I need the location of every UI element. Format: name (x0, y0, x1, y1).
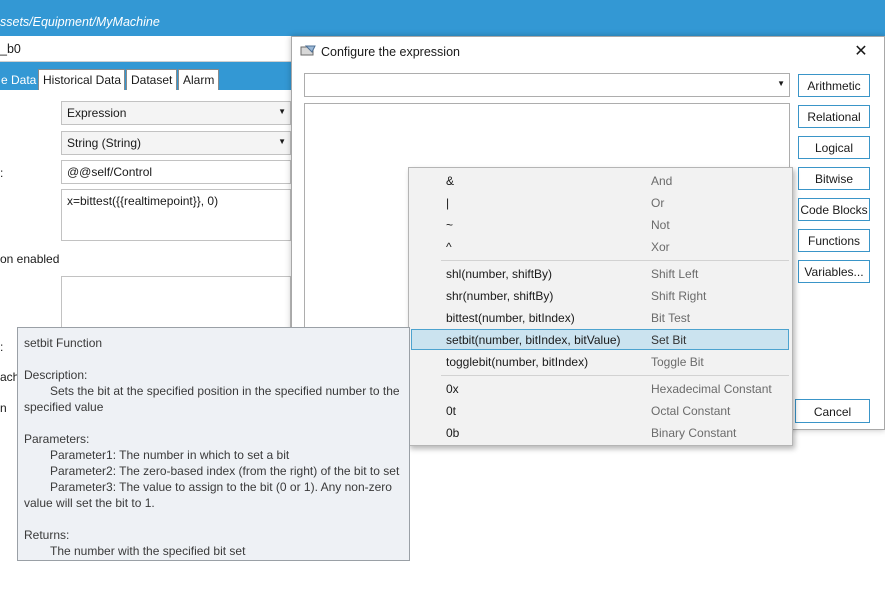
tab-dataset[interactable]: Dataset (126, 69, 177, 90)
menu-item-label: setbit(number, bitIndex, bitValue) (446, 333, 621, 347)
menu-item-desc: Binary Constant (651, 426, 737, 440)
field-label: : (0, 166, 4, 180)
menu-item-togglebit[interactable]: togglebit(number, bitIndex) Toggle Bit (411, 351, 789, 372)
bitwise-button[interactable]: Bitwise (798, 167, 870, 190)
menu-item-desc: Bit Test (651, 311, 691, 325)
menu-item-label: | (446, 196, 450, 210)
name-value: _b0 (0, 42, 21, 56)
menu-item-setbit[interactable]: setbit(number, bitIndex, bitValue) Set B… (411, 329, 789, 350)
menu-separator (441, 260, 789, 261)
tooltip-parameters-heading: Parameters: (24, 432, 90, 446)
close-icon[interactable]: ✕ (853, 41, 869, 60)
menu-item-label: bittest(number, bitIndex) (446, 311, 575, 325)
menu-item-desc: Xor (651, 240, 670, 254)
menu-item-or[interactable]: | Or (411, 192, 789, 213)
expression-field[interactable]: x=bittest({{realtimepoint}}, 0) (61, 189, 291, 241)
cancel-button[interactable]: Cancel (795, 399, 870, 423)
menu-item-desc: Hexadecimal Constant (651, 382, 772, 396)
tab-data[interactable]: e Data (0, 69, 36, 90)
menu-item-shr[interactable]: shr(number, shiftBy) Shift Right (411, 285, 789, 306)
menu-item-desc: Shift Right (651, 289, 707, 303)
field-label-n: n (0, 401, 7, 415)
tooltip-description-heading: Description: (24, 368, 88, 382)
tooltip-param1: Parameter1: The number in which to set a… (50, 448, 290, 462)
function-tooltip: setbit Function Description: Sets the bi… (17, 327, 410, 561)
menu-item-desc: Or (651, 196, 665, 210)
functions-button[interactable]: Functions (798, 229, 870, 252)
menu-item-label: shr(number, shiftBy) (446, 289, 554, 303)
expression-combo[interactable]: ▼ (304, 73, 790, 97)
menu-item-desc: Octal Constant (651, 404, 731, 418)
datatype-select-value: String (String) (67, 136, 142, 150)
asset-path: ssets/Equipment/MyMachine (0, 15, 160, 29)
menu-item-label: 0t (446, 404, 457, 418)
arithmetic-button[interactable]: Arithmetic (798, 74, 870, 97)
field-label-enabled: on enabled (0, 252, 60, 266)
secondary-textarea[interactable] (61, 276, 291, 328)
tooltip-returns-heading: Returns: (24, 528, 70, 542)
menu-item-desc: Not (651, 218, 670, 232)
menu-item-desc: Set Bit (651, 333, 687, 347)
menu-item-label: ^ (446, 240, 452, 254)
menu-item-label: 0x (446, 382, 459, 396)
tooltip-param3-cont: value will set the bit to 1. (24, 496, 155, 510)
menu-item-desc: Shift Left (651, 267, 699, 281)
tooltip-param3: Parameter3: The value to assign to the b… (50, 480, 392, 494)
tooltip-description-cont: specified value (24, 400, 104, 414)
field-label: : (0, 340, 4, 354)
menu-item-binary[interactable]: 0b Binary Constant (411, 422, 789, 443)
type-select[interactable]: Expression ▼ (61, 101, 291, 125)
tooltip-returns: The number with the specified bit set (50, 544, 246, 558)
logical-button[interactable]: Logical (798, 136, 870, 159)
datatype-select[interactable]: String (String) ▼ (61, 131, 291, 155)
relational-button[interactable]: Relational (798, 105, 870, 128)
menu-item-shl[interactable]: shl(number, shiftBy) Shift Left (411, 263, 789, 284)
menu-item-label: & (446, 174, 455, 188)
chevron-down-icon: ▼ (278, 137, 286, 146)
variables-button[interactable]: Variables... (798, 260, 870, 283)
menu-item-and[interactable]: & And (411, 170, 789, 191)
menu-item-desc: Toggle Bit (651, 355, 704, 369)
menu-item-xor[interactable]: ^ Xor (411, 236, 789, 257)
menu-item-octal[interactable]: 0t Octal Constant (411, 400, 789, 421)
menu-item-not[interactable]: ~ Not (411, 214, 789, 235)
tooltip-title: setbit Function (24, 336, 103, 350)
tooltip-description: Sets the bit at the specified position i… (50, 384, 400, 398)
menu-item-label: shl(number, shiftBy) (446, 267, 553, 281)
tag-field[interactable]: @@self/Control (61, 160, 291, 184)
chevron-down-icon: ▼ (777, 79, 785, 88)
type-select-value: Expression (67, 106, 127, 120)
chevron-down-icon: ▼ (278, 107, 286, 116)
code-blocks-button[interactable]: Code Blocks (798, 198, 870, 221)
tooltip-param2: Parameter2: The zero-based index (from t… (50, 464, 400, 478)
menu-item-label: 0b (446, 426, 460, 440)
menu-item-hex[interactable]: 0x Hexadecimal Constant (411, 378, 789, 399)
menu-separator (441, 375, 789, 376)
tab-alarm[interactable]: Alarm (178, 69, 219, 90)
menu-item-bittest[interactable]: bittest(number, bitIndex) Bit Test (411, 307, 789, 328)
menu-item-label: togglebit(number, bitIndex) (446, 355, 589, 369)
tab-historical-data[interactable]: Historical Data (38, 69, 125, 90)
menu-item-desc: And (651, 174, 673, 188)
dialog-title: Configure the expression (321, 45, 460, 59)
expression-icon (300, 43, 316, 59)
menu-item-label: ~ (446, 218, 454, 232)
